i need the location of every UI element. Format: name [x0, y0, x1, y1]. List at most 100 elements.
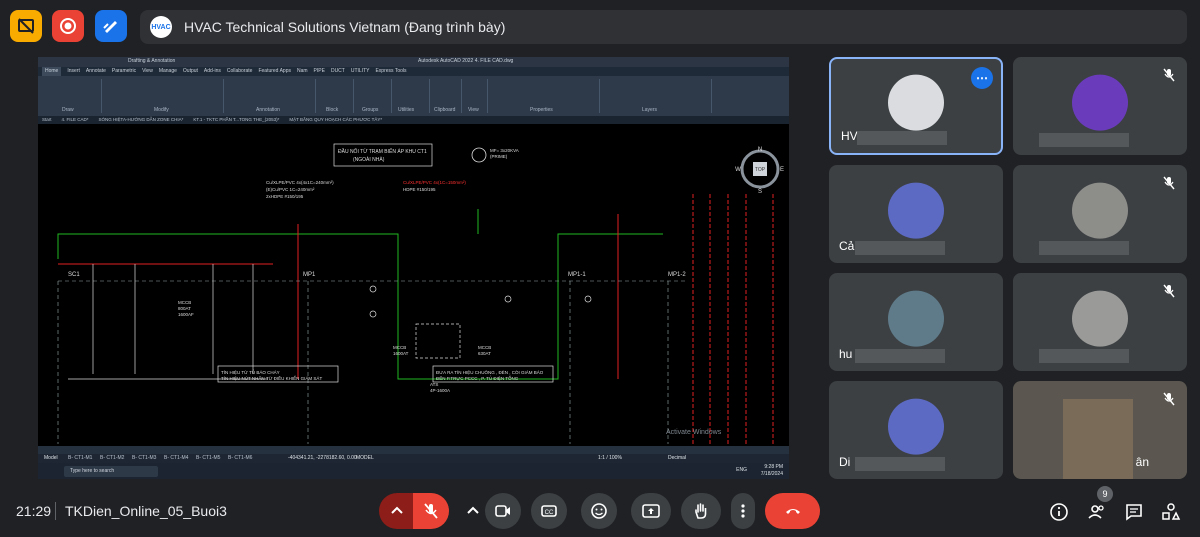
- participant-tile[interactable]: [1013, 57, 1187, 155]
- ribbon-tab[interactable]: Express Tools: [375, 67, 406, 76]
- ribbon-tab[interactable]: Add-ins: [204, 67, 221, 76]
- layout-tab[interactable]: B- CT1-M1: [68, 455, 92, 461]
- svg-text:(NGOÀI NHÀ): (NGOÀI NHÀ): [353, 156, 385, 163]
- taskbar-search[interactable]: Type here to search: [64, 465, 158, 477]
- ribbon-group-clipboard[interactable]: Clipboard: [432, 79, 462, 113]
- taskbar-language[interactable]: ENG: [736, 467, 747, 473]
- participant-name: Di: [839, 455, 851, 469]
- chat-button[interactable]: [1123, 501, 1145, 523]
- end-call-button[interactable]: [765, 493, 820, 529]
- participant-tile[interactable]: [1013, 273, 1187, 371]
- ribbon-tab[interactable]: Home: [42, 67, 62, 76]
- participant-tile[interactable]: Di: [829, 381, 1003, 479]
- layout-tab[interactable]: B- CT1-M6: [228, 455, 252, 461]
- ribbon-tab[interactable]: Featured Apps: [258, 67, 291, 76]
- layout-tab[interactable]: B- CT1-M5: [196, 455, 220, 461]
- taskbar-clock: 9:28 PM 7/18/2024: [760, 464, 783, 477]
- avatar: [1072, 182, 1128, 239]
- name-blur: [855, 457, 945, 471]
- ribbon-group-block[interactable]: Block: [318, 79, 354, 113]
- participant-tile[interactable]: hu: [829, 273, 1003, 371]
- ribbon-group-annotation[interactable]: Annotation: [226, 79, 316, 113]
- ribbon-tab[interactable]: Collaborate: [227, 67, 253, 76]
- participant-tile[interactable]: [1013, 165, 1187, 263]
- audio-options-button[interactable]: [379, 493, 415, 529]
- svg-text:Cu/XLPE/PVC 4x(1C=150mm²): Cu/XLPE/PVC 4x(1C=150mm²): [403, 180, 466, 185]
- presentation-off-button[interactable]: [10, 10, 42, 42]
- autocad-title: Autodesk AutoCAD 2022 4. FILE CAD.dwg: [418, 58, 514, 64]
- layout-tab[interactable]: B- CT1-M3: [132, 455, 156, 461]
- layout-tab[interactable]: B- CT1-M4: [164, 455, 188, 461]
- participant-tile[interactable]: Cả: [829, 165, 1003, 263]
- svg-text:N: N: [758, 147, 762, 153]
- more-options-button[interactable]: [731, 493, 755, 529]
- ribbon-tab[interactable]: PIPE: [314, 67, 325, 76]
- raise-hand-button[interactable]: [681, 493, 721, 529]
- activities-button[interactable]: [1160, 501, 1182, 523]
- svg-text:CC: CC: [545, 510, 554, 516]
- mic-off-icon: [1159, 389, 1179, 409]
- ribbon-group-modify[interactable]: Modify: [104, 79, 224, 113]
- emoji-button[interactable]: [581, 493, 617, 529]
- participant-name: Cả: [839, 239, 855, 253]
- ribbon-tab[interactable]: UTILITY: [351, 67, 370, 76]
- people-button[interactable]: [1086, 501, 1108, 523]
- present-button[interactable]: [631, 493, 671, 529]
- ribbon-group-groups[interactable]: Groups: [356, 79, 392, 113]
- layout-tab[interactable]: B- CT1-M2: [100, 455, 124, 461]
- ribbon-group-properties[interactable]: Properties: [490, 79, 600, 113]
- command-line[interactable]: [38, 446, 789, 454]
- doc-tab[interactable]: Start: [42, 116, 52, 124]
- model-space-label[interactable]: MODEL: [356, 455, 374, 461]
- doc-tab[interactable]: KT.1 - TKTC PHẦN T...TONG THE_(2053)*: [193, 116, 279, 124]
- video-options-button[interactable]: [459, 493, 487, 529]
- ribbon-tab[interactable]: Annotate: [86, 67, 106, 76]
- emoji-icon: [591, 503, 607, 519]
- mic-toggle-button[interactable]: [413, 493, 449, 529]
- ribbon-group-draw[interactable]: Draw: [40, 79, 102, 113]
- ribbon-tab[interactable]: Output: [183, 67, 198, 76]
- svg-text:E: E: [780, 167, 784, 173]
- ribbon-group-view[interactable]: View: [464, 79, 488, 113]
- captions-button[interactable]: CC: [531, 493, 567, 529]
- ribbon-tab[interactable]: Manage: [159, 67, 177, 76]
- shared-screen[interactable]: Drafting & Annotation Autodesk AutoCAD 2…: [38, 57, 789, 479]
- ribbon-tab[interactable]: DUCT: [331, 67, 345, 76]
- meeting-details-button[interactable]: [1048, 501, 1070, 523]
- more-options-icon[interactable]: ⋯: [971, 67, 993, 89]
- doc-tab[interactable]: 4. FILE CAD*: [62, 116, 89, 124]
- whiteboard-button[interactable]: [95, 10, 127, 42]
- ribbon-tab[interactable]: Parametric: [112, 67, 136, 76]
- units-readout[interactable]: Decimal: [668, 455, 686, 461]
- whiteboard-icon: [103, 21, 117, 33]
- ribbon-group-utilities[interactable]: Utilities: [394, 79, 430, 113]
- ribbon-tab[interactable]: Insert: [67, 67, 80, 76]
- info-icon: [1050, 503, 1068, 521]
- divider: [55, 502, 56, 520]
- avatar: [1072, 290, 1128, 347]
- activities-icon: [1162, 503, 1181, 520]
- mic-off-icon: [1159, 173, 1179, 193]
- record-button[interactable]: [52, 10, 84, 42]
- avatar: [888, 290, 944, 347]
- svg-text:Cu/XLPE/PVC 4x(4x1C=240mm²): Cu/XLPE/PVC 4x(4x1C=240mm²): [266, 180, 334, 185]
- participant-name: hu: [839, 347, 853, 361]
- doc-tab[interactable]: SÓNG HIỆTA-HƯỚNG DẪN ZONE CHIA*: [99, 116, 184, 124]
- participant-tile[interactable]: ⋯ HV: [829, 57, 1003, 155]
- participant-video: [1063, 399, 1133, 479]
- drawing-canvas[interactable]: ĐẦU NỐI TỪ TRẠM BIẾN ÁP KHU CT1 (NGOÀI N…: [38, 124, 789, 446]
- doc-tab[interactable]: MẶT BẰNG QUY HOẠCH CÁC PHƯƠC TÂY*: [289, 116, 382, 124]
- layout-tab-model[interactable]: Model: [44, 455, 58, 461]
- camera-button[interactable]: [485, 493, 521, 529]
- viewcube[interactable]: TOP N S E W: [735, 144, 785, 195]
- ribbon-tab[interactable]: Nam: [297, 67, 308, 76]
- svg-text:Activate Windows: Activate Windows: [666, 429, 722, 436]
- meeting-clock: 21:29: [16, 503, 52, 519]
- ribbon-tab[interactable]: View: [142, 67, 153, 76]
- svg-text:MP1: MP1: [303, 272, 316, 278]
- ribbon-group-layers[interactable]: Layers: [602, 79, 712, 113]
- end-call-icon: [785, 509, 800, 514]
- scale-readout[interactable]: 1:1 / 100%: [598, 455, 622, 461]
- participant-video-tile[interactable]: ân: [1013, 381, 1187, 479]
- avatar: [1072, 74, 1128, 131]
